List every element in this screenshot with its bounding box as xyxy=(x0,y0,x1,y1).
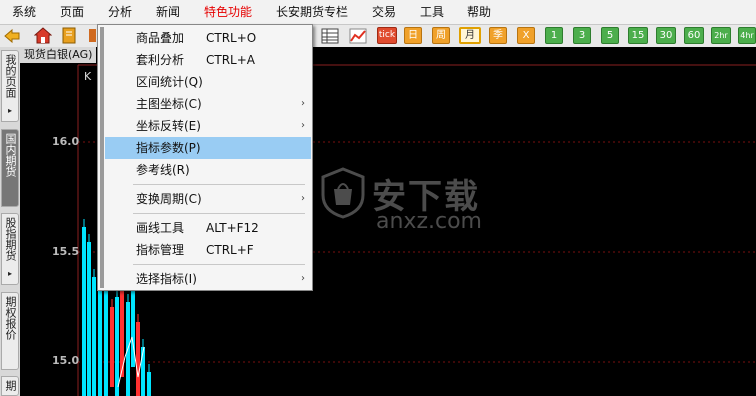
menu-separator xyxy=(133,264,305,265)
left-tab-strip: 我的页面 ▸ 国内期货 股指期货 ▸ 期权报价 期 xyxy=(0,47,20,396)
tab-domestic-futures[interactable]: 国内期货 xyxy=(1,129,19,207)
5min-button[interactable]: 5 xyxy=(601,27,619,44)
candle-body xyxy=(147,372,151,396)
tab-more[interactable]: 期 xyxy=(1,376,19,396)
candle-body xyxy=(92,277,96,396)
menu-item-range-stats[interactable]: 区间统计(Q) xyxy=(105,71,311,93)
menu-item-shortcut: CTRL+O xyxy=(206,31,257,45)
partial-toolbar-icon[interactable] xyxy=(88,27,96,44)
menu-item-reference-line[interactable]: 参考线(R) xyxy=(105,159,311,181)
menu-special-features[interactable]: 特色功能 xyxy=(204,0,252,24)
menu-item-drawing-tools[interactable]: 画线工具 ALT+F12 xyxy=(105,217,311,239)
tab-my-page-label: 我的页面 xyxy=(4,54,17,98)
menu-item-label: 主图坐标(C) xyxy=(136,97,202,111)
chart-k-marker: K xyxy=(84,70,92,83)
menu-item-indicator-params[interactable]: 指标参数(P) xyxy=(105,137,311,159)
day-button[interactable]: 日 xyxy=(404,27,422,44)
menu-item-label: 指标参数(P) xyxy=(136,141,201,155)
menu-item-overlay-commodity[interactable]: 商品叠加 CTRL+O xyxy=(105,27,311,49)
menu-item-indicator-manage[interactable]: 指标管理 CTRL+F xyxy=(105,239,311,261)
menu-item-label: 指标管理 xyxy=(136,243,185,257)
submenu-arrow-icon: › xyxy=(301,120,305,131)
2hour-button[interactable]: 2hr xyxy=(711,27,731,44)
tab-options-quotes-label: 期权报价 xyxy=(4,296,17,340)
3min-button[interactable]: 3 xyxy=(573,27,591,44)
tab-arrow-icon: ▸ xyxy=(7,269,12,278)
menu-bar: 系统 页面 分析 新闻 特色功能 长安期货专栏 交易 工具 帮助 xyxy=(0,0,756,25)
candle-body xyxy=(115,297,119,396)
tab-my-page[interactable]: 我的页面 ▸ xyxy=(1,50,19,122)
menu-item-change-period[interactable]: 变换周期(C) › xyxy=(105,188,311,210)
tab-index-futures-label: 股指期货 xyxy=(4,217,17,261)
menu-item-label: 选择指标(I) xyxy=(136,272,197,286)
60min-button[interactable]: 60 xyxy=(684,27,704,44)
menu-item-shortcut: ALT+F12 xyxy=(206,221,259,235)
menu-side-strip xyxy=(100,27,104,288)
year-button[interactable]: X xyxy=(517,27,535,44)
menu-item-label: 参考线(R) xyxy=(136,163,190,177)
quarter-button[interactable]: 季 xyxy=(489,27,507,44)
1min-button[interactable]: 1 xyxy=(545,27,563,44)
month-button[interactable]: 月 xyxy=(459,27,481,44)
watermark-subtext: anxz.com xyxy=(376,209,482,234)
tab-index-futures[interactable]: 股指期货 ▸ xyxy=(1,213,19,285)
menu-item-label: 变换周期(C) xyxy=(136,192,202,206)
y-tick-label: 15.0 xyxy=(52,354,80,367)
tab-domestic-futures-label: 国内期货 xyxy=(4,133,17,177)
menu-item-label: 套利分析 xyxy=(136,53,185,67)
submenu-arrow-icon: › xyxy=(301,98,305,109)
tab-arrow-icon: ▸ xyxy=(7,106,12,115)
menu-item-label: 区间统计(Q) xyxy=(136,75,203,89)
menu-help[interactable]: 帮助 xyxy=(467,0,491,24)
menu-item-label: 商品叠加 xyxy=(136,31,185,45)
candle-body xyxy=(136,322,140,396)
tick-button[interactable]: tick xyxy=(377,27,397,44)
candle-body xyxy=(82,227,86,396)
watermark: 安下载 anxz.com xyxy=(320,165,490,240)
menu-tools[interactable]: 工具 xyxy=(420,0,444,24)
menu-item-arbitrage[interactable]: 套利分析 CTRL+A xyxy=(105,49,311,71)
y-tick-label: 15.5 xyxy=(52,245,80,258)
menu-item-label: 坐标反转(E) xyxy=(136,119,201,133)
menu-item-shortcut: CTRL+A xyxy=(206,53,255,67)
menu-changan-futures[interactable]: 长安期货专栏 xyxy=(276,0,348,24)
menu-page[interactable]: 页面 xyxy=(60,0,84,24)
menu-system[interactable]: 系统 xyxy=(12,0,36,24)
trend-chart-icon[interactable] xyxy=(349,28,367,44)
book-icon[interactable] xyxy=(61,27,77,44)
menu-item-label: 画线工具 xyxy=(136,221,185,235)
shield-bag-icon xyxy=(321,167,365,219)
submenu-arrow-icon: › xyxy=(301,193,305,204)
30min-button[interactable]: 30 xyxy=(656,27,676,44)
menu-separator xyxy=(133,213,305,214)
tab-more-label: 期 xyxy=(4,380,17,391)
special-features-dropdown: 商品叠加 CTRL+O 套利分析 CTRL+A 区间统计(Q) 主图坐标(C) … xyxy=(97,24,313,291)
menu-trade[interactable]: 交易 xyxy=(372,0,396,24)
candle-body xyxy=(87,242,91,396)
menu-item-select-indicator[interactable]: 选择指标(I) › xyxy=(105,268,311,290)
table-icon[interactable] xyxy=(321,28,339,44)
chart-title: 现货白银(AG) xyxy=(20,47,97,63)
15min-button[interactable]: 15 xyxy=(628,27,648,44)
tab-options-quotes[interactable]: 期权报价 xyxy=(1,292,19,370)
back-arrow-icon[interactable] xyxy=(4,28,20,44)
menu-item-shortcut: CTRL+F xyxy=(206,243,254,257)
y-tick-label: 16.0 xyxy=(52,135,80,148)
week-button[interactable]: 周 xyxy=(432,27,450,44)
candle-body xyxy=(110,307,114,387)
menu-item-axis-invert[interactable]: 坐标反转(E) › xyxy=(105,115,311,137)
menu-separator xyxy=(133,184,305,185)
menu-news[interactable]: 新闻 xyxy=(156,0,180,24)
home-icon[interactable] xyxy=(34,27,52,44)
menu-item-main-axis[interactable]: 主图坐标(C) › xyxy=(105,93,311,115)
candle-body xyxy=(104,287,108,396)
4hour-button[interactable]: 4hr xyxy=(738,27,756,44)
submenu-arrow-icon: › xyxy=(301,273,305,284)
menu-analysis[interactable]: 分析 xyxy=(108,0,132,24)
